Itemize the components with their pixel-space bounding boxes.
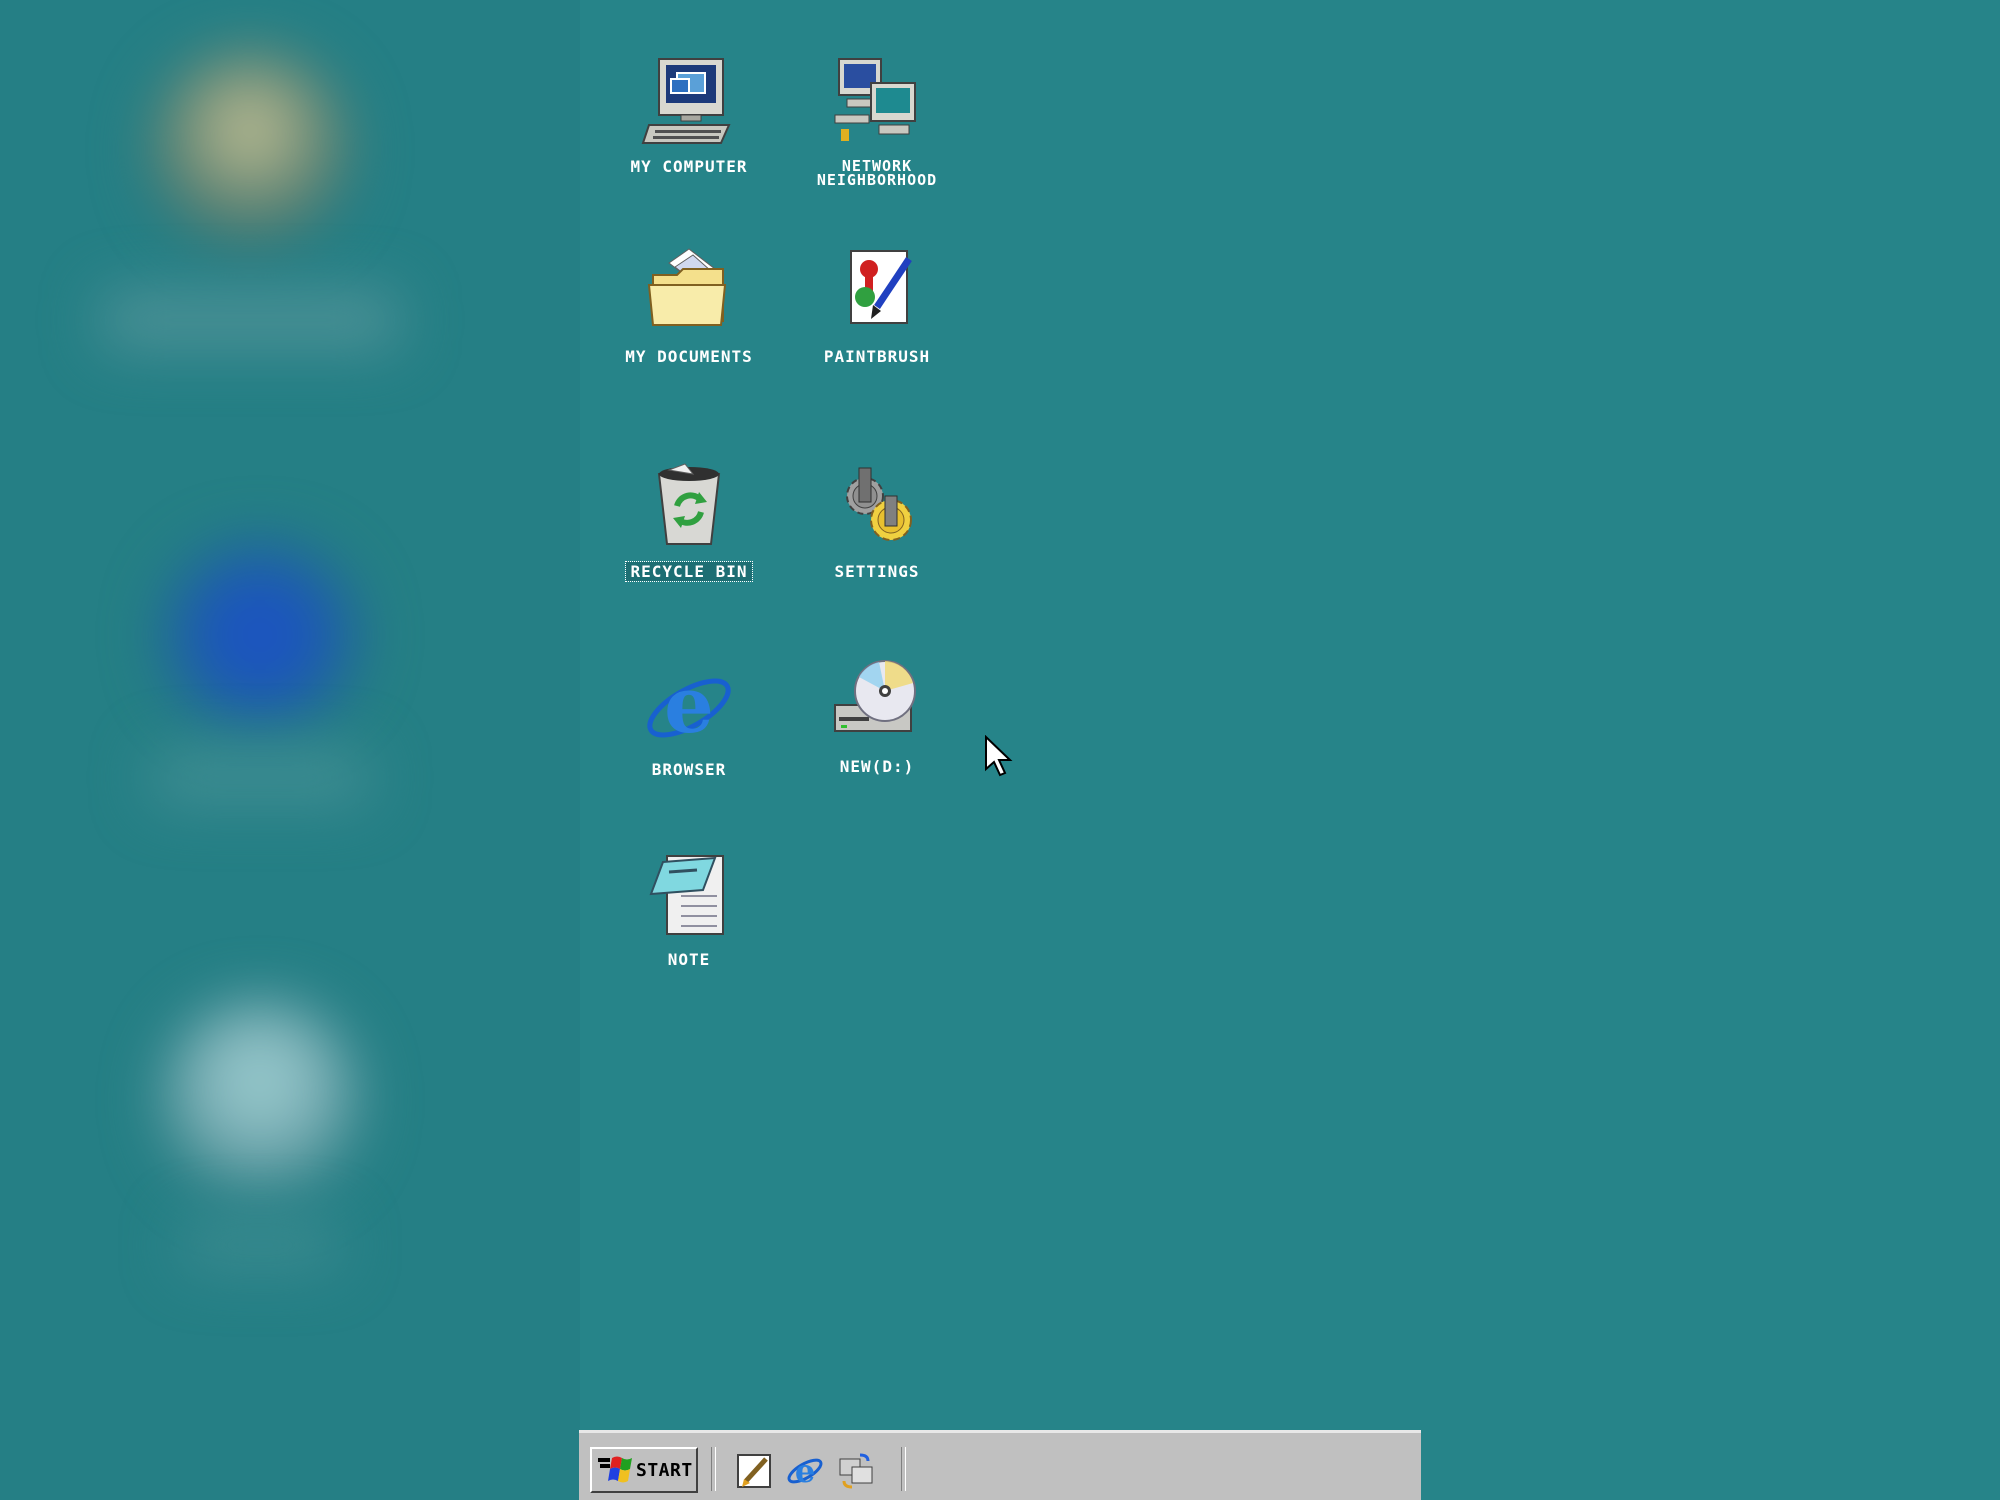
desktop-icon-recycle-bin[interactable]: Recycle Bin [599,460,779,582]
desktop-icon-paintbrush[interactable]: Paintbrush [787,245,967,366]
icon-label: Network Neighborhood [812,157,942,189]
recycle-bin-icon [657,463,721,545]
browser-icon[interactable]: e [785,1451,825,1491]
folder-documents-icon [647,248,727,326]
desktop-icon-settings[interactable]: Settings [787,460,967,581]
desktop-icon-note[interactable]: Note [599,848,779,969]
desktop-icon-new-d-drive[interactable]: NEW(D:) [787,655,967,776]
start-button[interactable]: Start [590,1447,698,1493]
desktop-icon-browser[interactable]: e Browser [599,658,779,779]
desktop-icon-network-neighborhood[interactable]: Network Neighborhood [787,55,967,189]
blurred-background-panel [0,0,580,1500]
taskbar-separator [901,1447,906,1491]
icon-label: Recycle Bin [624,561,754,582]
icon-label: My Documents [625,347,753,366]
icon-label: Note [667,950,711,969]
taskbar-separator [711,1447,716,1491]
network-icon [834,58,916,141]
desktop-icon-my-documents[interactable]: My Documents [599,245,779,366]
start-label: Start [636,1459,693,1481]
mouse-cursor-icon [985,735,1013,777]
svg-text:e: e [795,1452,815,1490]
icon-label: Paintbrush [823,347,931,366]
icon-label: My Computer [630,157,748,176]
icon-label: Browser [651,760,727,779]
icon-label: NEW(D:) [839,757,915,776]
swap-icon[interactable] [836,1451,876,1491]
windows-logo-icon [598,1456,632,1483]
blurred-icon [160,1000,360,1200]
computer-icon [641,58,731,144]
desktop-icon-my-computer[interactable]: My Computer [599,55,779,176]
taskbar: Start e [579,1430,1421,1500]
blurred-icon [160,540,360,730]
browser-icon: e [647,660,731,751]
paintbrush-icon[interactable] [734,1451,774,1491]
notepad-icon [649,855,724,935]
blurred-label [150,750,370,805]
cd-drive-icon [834,660,916,732]
icon-label: Settings [834,562,920,581]
blurred-label [180,1220,340,1270]
settings-gears-icon [846,467,912,541]
blurred-icon [150,50,350,250]
svg-text:e: e [664,660,714,751]
icon-label-line: Neighborhood [816,171,938,189]
blurred-label [100,290,400,350]
paintbrush-icon [850,250,912,324]
